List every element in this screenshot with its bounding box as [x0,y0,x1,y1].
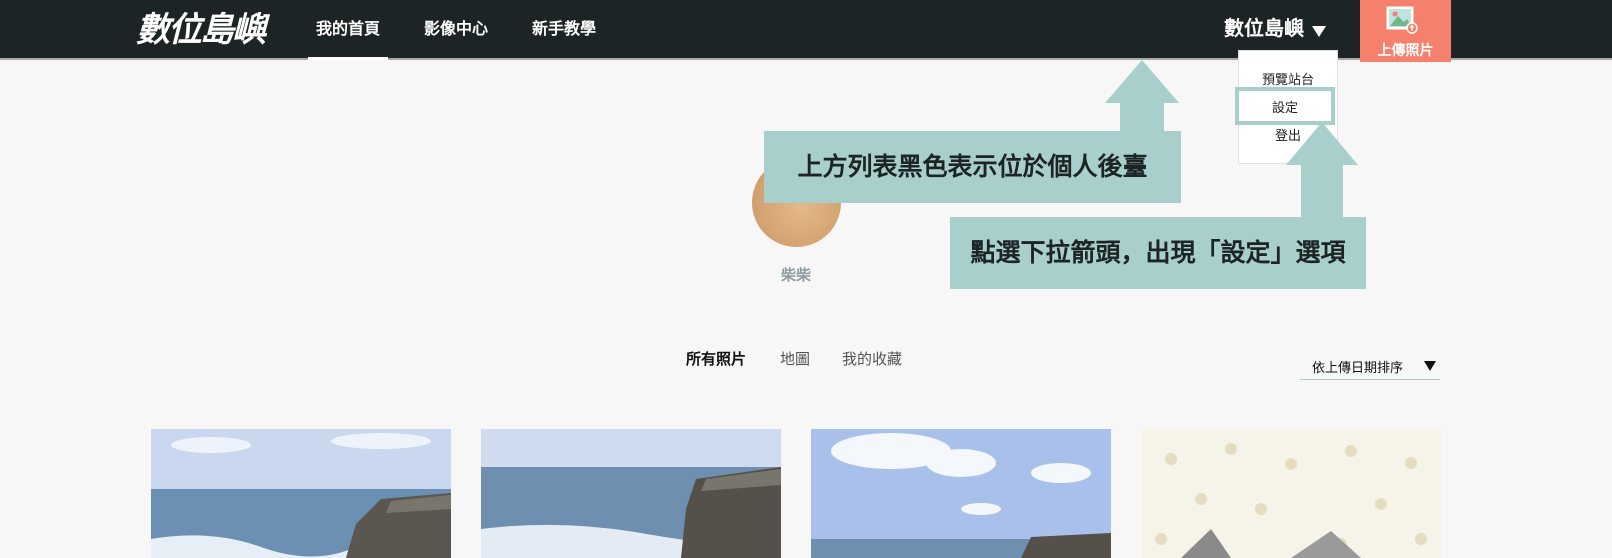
tab-all-photos[interactable]: 所有照片 [686,348,746,369]
sort-label: 依上傳日期排序 [1312,361,1404,376]
chevron-down-icon [1424,361,1436,371]
annotation-callout-dropdown: 點選下拉箭頭，出現「設定」選項 [950,217,1366,289]
arrow-up-icon [1105,60,1179,132]
annotation-callout-backend: 上方列表黑色表示位於個人後臺 [764,131,1181,203]
photo-thumbnail-3[interactable] [811,429,1111,558]
photo-thumbnail-4[interactable] [1141,429,1441,558]
tab-favorites[interactable]: 我的收藏 [842,348,902,369]
arrow-up-icon [1286,122,1358,222]
sort-dropdown[interactable]: 依上傳日期排序 [1300,355,1440,380]
tab-map[interactable]: 地圖 [780,348,810,369]
photo-thumbnail-2[interactable] [481,429,781,558]
photo-thumbnail-1[interactable] [151,429,451,558]
